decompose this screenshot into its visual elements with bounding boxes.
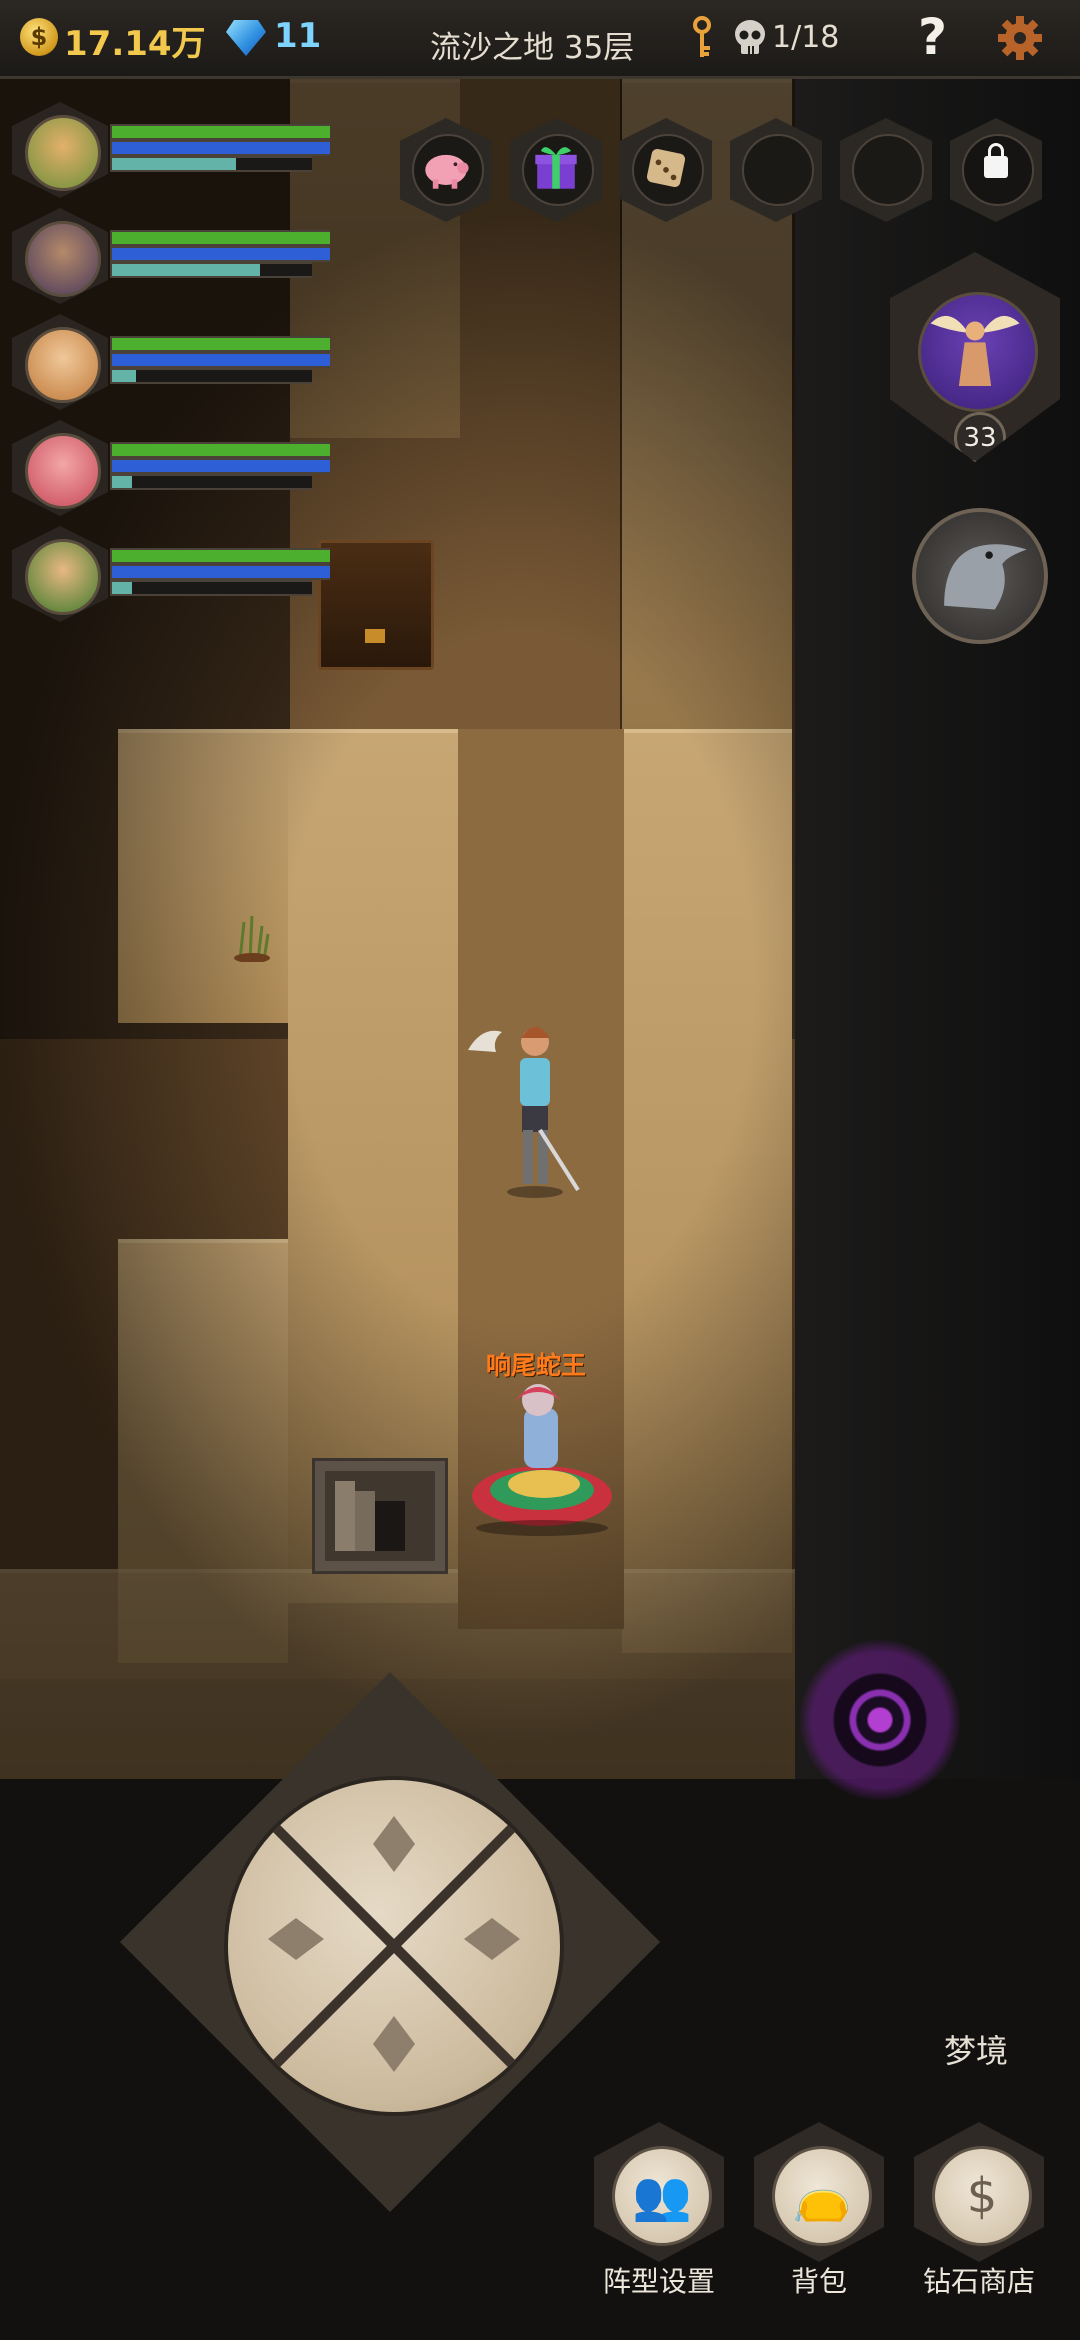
- raven-icon: [944, 544, 1027, 610]
- bag-icon: 👝: [772, 2146, 872, 2246]
- xp-fill: [112, 370, 136, 382]
- hero-portrait: [25, 539, 101, 615]
- rattlesnake-king-boss[interactable]: [462, 1378, 622, 1538]
- xp-bar: [110, 368, 312, 384]
- hp-fill: [112, 550, 330, 562]
- dollar-icon: $: [932, 2146, 1032, 2246]
- xp-bar: [110, 156, 312, 172]
- slot-background: [742, 134, 814, 206]
- mp-fill: [112, 142, 330, 154]
- piggy-bank-icon: [425, 154, 469, 189]
- gem-amount: 11: [274, 16, 322, 56]
- mp-fill: [112, 248, 330, 260]
- mp-bar: [110, 458, 330, 474]
- menu-frame: 👝: [754, 2122, 884, 2262]
- xp-fill: [112, 582, 132, 594]
- sand-block: [622, 729, 792, 1653]
- hero-card-4[interactable]: [12, 420, 332, 516]
- xp-bar: [110, 262, 312, 278]
- bag-button[interactable]: 👝 背包: [754, 2122, 884, 2300]
- hp-fill: [112, 338, 330, 350]
- diamond-shop-label: 钻石商店: [922, 2265, 1035, 2298]
- slot-background: [852, 134, 924, 206]
- mp-bar: [110, 352, 330, 368]
- formation-button[interactable]: 👥 阵型设置: [594, 2122, 724, 2300]
- stairs-down[interactable]: [312, 1458, 448, 1574]
- hero-card-5[interactable]: [12, 526, 332, 622]
- hp-bar: [110, 548, 330, 564]
- menu-frame: $: [914, 2122, 1044, 2262]
- formation-label: 阵型设置: [602, 2265, 715, 2298]
- menu-frame: 👥: [594, 2122, 724, 2262]
- mp-fill: [112, 460, 330, 472]
- skull-icon: [735, 20, 765, 54]
- player-hero: [507, 1027, 580, 1198]
- dpad-disc: [224, 1776, 564, 2116]
- hero-portrait: [25, 327, 101, 403]
- hp-fill: [112, 232, 330, 244]
- hp-bar: [110, 442, 330, 458]
- treasure-chest[interactable]: [318, 540, 434, 670]
- dream-label[interactable]: 梦境: [944, 2026, 1008, 2072]
- xp-bar: [110, 474, 312, 490]
- hp-bar: [110, 230, 330, 246]
- top-status-bar: $ 17.14万 11 流沙之地 35层 1/18 ?: [0, 0, 1080, 79]
- bag-label: 背包: [790, 2265, 847, 2298]
- angel-icon: [930, 315, 1020, 386]
- slot-background: [632, 134, 704, 206]
- mp-fill: [112, 354, 330, 366]
- hp-fill: [112, 126, 330, 138]
- gift-box-icon: [535, 147, 577, 189]
- mp-bar: [110, 564, 330, 580]
- hero-card-3[interactable]: [12, 314, 332, 410]
- lock-icon: [984, 143, 1008, 178]
- key-icon: [693, 16, 711, 57]
- dice-icon: [646, 148, 686, 188]
- help-button[interactable]: ?: [918, 8, 947, 66]
- gem-icon: [226, 20, 266, 56]
- arrow-down-icon: [373, 2016, 415, 2072]
- hero-portrait: [25, 115, 101, 191]
- hero-portrait: [25, 433, 101, 509]
- sand-block: [118, 729, 288, 1023]
- xp-fill: [112, 264, 260, 276]
- raven-pet-button[interactable]: [912, 508, 1048, 644]
- dpad-down-button[interactable]: [314, 1952, 474, 2112]
- settings-gear-icon[interactable]: [996, 14, 1044, 62]
- floor-title: 流沙之地 35层: [430, 30, 635, 66]
- diamond-shop-button[interactable]: $ 钻石商店: [914, 2122, 1044, 2300]
- hero-card-2[interactable]: [12, 208, 332, 304]
- hp-bar: [110, 336, 330, 352]
- boss-name-label: 响尾蛇王: [486, 1351, 587, 1380]
- hp-fill: [112, 444, 330, 456]
- hp-bar: [110, 124, 330, 140]
- xp-fill: [112, 476, 132, 488]
- dream-portal[interactable]: [800, 1640, 960, 1800]
- mp-bar: [110, 140, 330, 156]
- direction-pad: [120, 1672, 660, 2212]
- xp-fill: [112, 158, 236, 170]
- angel-portrait: [918, 292, 1038, 412]
- hero-portrait: [25, 221, 101, 297]
- grass-tuft-icon: [234, 915, 270, 962]
- formation-icon: 👥: [612, 2146, 712, 2246]
- mp-bar: [110, 246, 330, 262]
- gold-amount: 17.14万: [64, 24, 206, 64]
- arrow-up-icon: [373, 1816, 415, 1872]
- mp-fill: [112, 566, 330, 578]
- hero-card-1[interactable]: [12, 102, 332, 198]
- gold-coin-icon: $: [20, 18, 58, 56]
- xp-bar: [110, 580, 312, 596]
- slot-background: [412, 134, 484, 206]
- chest-lock-icon: [365, 629, 385, 643]
- kill-counter: 1/18: [772, 20, 840, 55]
- slot-background: [522, 134, 594, 206]
- stairs-icon: [325, 1471, 435, 1561]
